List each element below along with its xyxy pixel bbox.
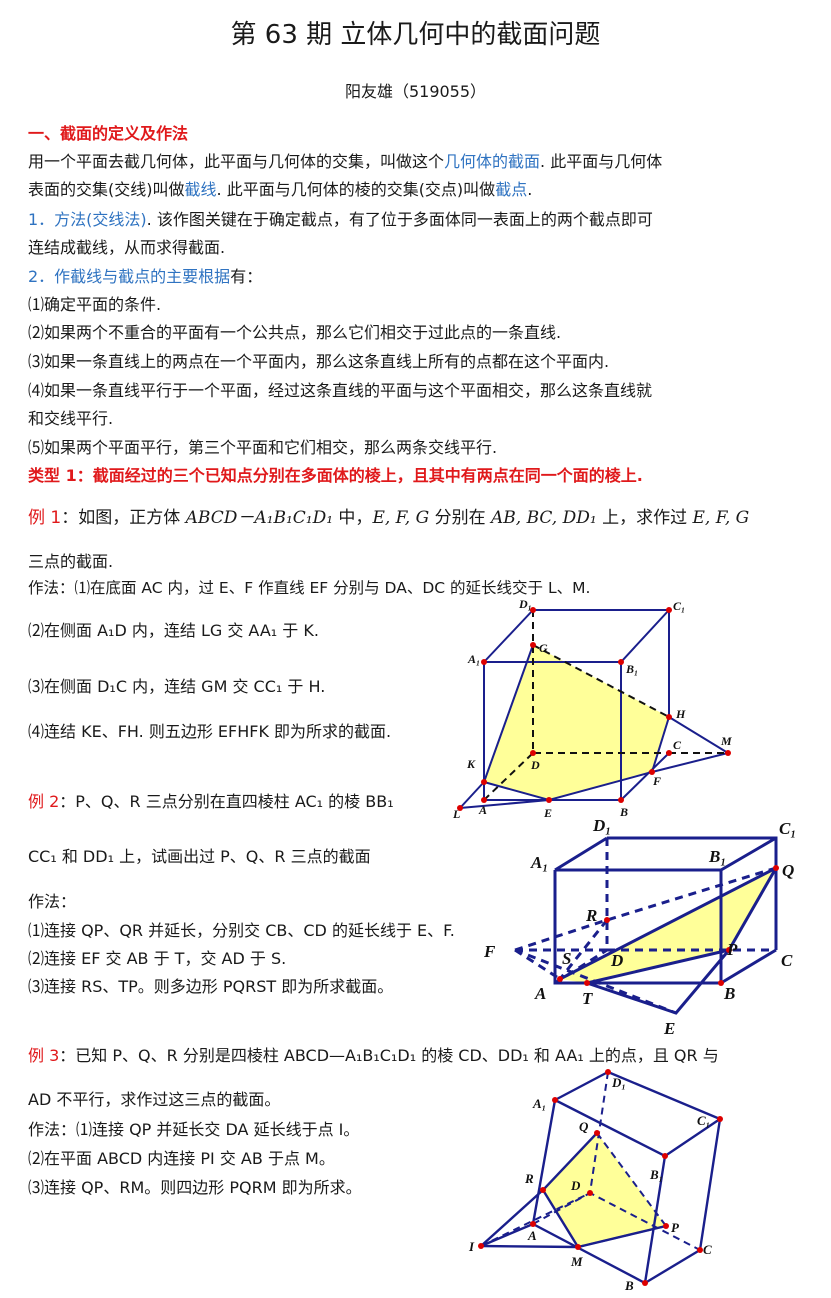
- rule-4: ⑷如果一条直线平行于一个平面，经过这条直线的平面与这个平面相交，那么这条直线就: [28, 381, 653, 400]
- ex1-step-4: ⑷连结 KE、FH. 则五边形 EFHFK 即为所求的截面.: [28, 722, 392, 741]
- term-line: 截线: [184, 180, 217, 199]
- label-C1: C₁: [697, 1113, 710, 1128]
- rule-3: ⑶如果一条直线上的两点在一个平面内，那么这条直线上所有的点都在这个平面内.: [28, 352, 610, 371]
- text: 有：: [230, 267, 263, 286]
- label-H: H: [675, 707, 686, 721]
- section-heading: 一、截面的定义及作法: [28, 124, 189, 143]
- text: ：如图，正方体: [61, 508, 186, 528]
- label-P: P: [671, 1220, 680, 1235]
- example-label: 例 1: [28, 508, 62, 528]
- text: 表面的交集(交线)叫做: [28, 180, 185, 199]
- label-F: F: [483, 942, 496, 961]
- ex3-step-3: ⑶连接 QP、RM。则四边形 PQRM 即为所求。: [28, 1178, 362, 1197]
- label-C1: C₁: [673, 599, 685, 613]
- rule-2: ⑵如果两个不重合的平面有一个公共点，那么它们相交于过此点的一条直线.: [28, 323, 562, 342]
- label-Q: Q: [579, 1119, 589, 1134]
- text: 上，求作过: [596, 508, 693, 528]
- rule-1: ⑴确定平面的条件.: [28, 295, 162, 314]
- example-3-statement-cont: AD 不平行，求作过这三点的截面。: [28, 1090, 281, 1109]
- label-D1: D₁: [518, 597, 532, 611]
- label-P: P: [726, 940, 738, 959]
- label-R: R: [585, 906, 597, 925]
- label-R: R: [524, 1171, 534, 1186]
- rule-4-cont: 和交线平行.: [28, 409, 114, 428]
- label-D1: D₁: [611, 1075, 626, 1090]
- label-B: B: [624, 1278, 634, 1293]
- basis-line: 2．作截线与截点的主要根据有：: [28, 263, 262, 287]
- label-M: M: [720, 734, 732, 748]
- author: 阳友雄（519055）: [344, 82, 487, 101]
- math: AB, BC, DD₁: [491, 508, 597, 528]
- text: 分别在: [429, 508, 492, 528]
- example-label: 例 3: [28, 1046, 60, 1065]
- ex2-method: 作法：: [28, 892, 77, 911]
- label-D: D: [610, 951, 623, 970]
- text: . 此平面与几何体的棱的交集(交点)叫做: [216, 180, 496, 199]
- page-title: 第 63 期 立体几何中的截面问题: [230, 20, 601, 50]
- text: .: [527, 180, 533, 199]
- label-G: G: [539, 641, 548, 655]
- ex3-step-1: 作法：⑴连接 QP 并延长交 DA 延长线于点 I。: [28, 1120, 360, 1139]
- label-S: S: [562, 949, 571, 968]
- text: ：P、Q、R 三点分别在直四棱柱 AC₁ 的棱 BB₁: [59, 792, 394, 811]
- label-A1: A₁: [467, 652, 480, 666]
- ex3-step-2: ⑵在平面 ABCD 内连接 PI 交 AB 于点 M。: [28, 1149, 335, 1168]
- definition-line-2: 表面的交集(交线)叫做截线. 此平面与几何体的棱的交集(交点)叫做截点.: [28, 176, 532, 200]
- example-2-statement-cont: CC₁ 和 DD₁ 上，试画出过 P、Q、R 三点的截面: [28, 847, 371, 866]
- rule-5: ⑸如果两个平面平行，第三个平面和它们相交，那么两条交线平行.: [28, 438, 498, 457]
- label-K: K: [466, 757, 476, 771]
- text: . 该作图关键在于确定截点，有了位于多面体同一表面上的两个截点即可: [146, 210, 653, 229]
- label-C: C: [673, 738, 682, 752]
- label-Q: Q: [782, 861, 794, 880]
- term-section: 几何体的截面: [444, 152, 541, 171]
- label-D: D: [530, 758, 540, 772]
- label-B1: B₁: [625, 662, 638, 676]
- label-B: B: [723, 984, 735, 1003]
- label-A1: A₁: [530, 853, 548, 872]
- label-A1: A₁: [532, 1096, 546, 1111]
- term-point: 截点: [495, 180, 528, 199]
- label-D1: D₁: [592, 816, 611, 835]
- ex2-step-3: ⑶连接 RS、TP。则多边形 PQRST 即为所求截面。: [28, 977, 394, 996]
- label-A: A: [534, 984, 546, 1003]
- label-C1: C₁: [779, 819, 796, 838]
- basis-title: 2．作截线与截点的主要根据: [28, 267, 231, 286]
- ex2-step-2: ⑵连接 EF 交 AB 于 T，交 AD 于 S.: [28, 949, 287, 968]
- label-A: A: [527, 1228, 537, 1243]
- type-1-heading: 类型 1：截面经过的三个已知点分别在多面体的棱上，且其中有两点在同一个面的棱上.: [28, 466, 643, 485]
- label-M: M: [570, 1254, 583, 1269]
- method-line-1: 1．方法(交线法). 该作图关键在于确定截点，有了位于多面体同一表面上的两个截点…: [28, 206, 653, 230]
- label-T: T: [582, 989, 593, 1008]
- math: ABCD－A₁B₁C₁D₁: [185, 508, 334, 528]
- math: E, F, G: [692, 508, 750, 528]
- method-title: 1．方法(交线法): [28, 210, 147, 229]
- figure-1-cube: D₁ C₁ A₁ B₁ G H C M D K F L A E B: [452, 597, 732, 821]
- ex1-step-2: ⑵在侧面 A₁D 内，连结 LG 交 AA₁ 于 K.: [28, 621, 319, 640]
- example-label: 例 2: [28, 792, 60, 811]
- label-C: C: [781, 951, 793, 970]
- text: 用一个平面去截几何体，此平面与几何体的交集，叫做这个: [28, 152, 445, 171]
- example-1-statement-cont: 三点的截面.: [28, 552, 114, 571]
- label-B1: B₁: [708, 847, 726, 866]
- label-D: D: [570, 1178, 581, 1193]
- math: E, F, G: [372, 508, 430, 528]
- label-I: I: [468, 1239, 475, 1254]
- ex2-step-1: ⑴连接 QP、QR 并延长，分别交 CB、CD 的延长线于 E、F.: [28, 921, 455, 940]
- label-C: C: [703, 1242, 712, 1257]
- text: 中，: [333, 508, 373, 528]
- definition-line-1: 用一个平面去截几何体，此平面与几何体的交集，叫做这个几何体的截面. 此平面与几何…: [28, 148, 662, 172]
- method-line-2: 连结成截线，从而求得截面.: [28, 238, 226, 257]
- ex1-step-3: ⑶在侧面 D₁C 内，连结 GM 交 CC₁ 于 H.: [28, 677, 326, 696]
- example-1-statement: 例 1：如图，正方体 ABCD－A₁B₁C₁D₁ 中，E, F, G 分别在 A…: [28, 503, 749, 528]
- figure-2-prism: D₁ C₁ A₁ B₁ Q R F S D P C A T B E: [483, 816, 796, 1038]
- figure-3-prism: D₁ A₁ C₁ Q B₁ R D P I A C M B: [468, 1069, 723, 1293]
- example-2-statement: 例 2：P、Q、R 三点分别在直四棱柱 AC₁ 的棱 BB₁: [28, 788, 394, 812]
- label-B1: B₁: [649, 1167, 663, 1182]
- label-L: L: [452, 807, 460, 821]
- text: . 此平面与几何体: [540, 152, 663, 171]
- label-F: F: [652, 774, 661, 788]
- label-E: E: [663, 1019, 675, 1038]
